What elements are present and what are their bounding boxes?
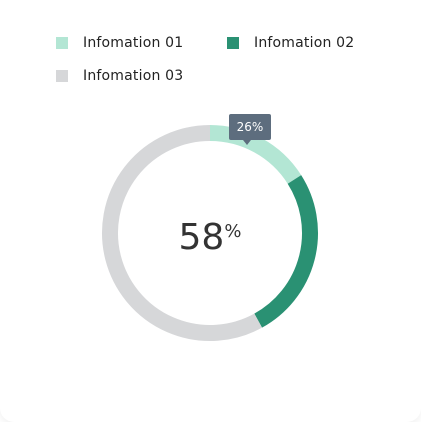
donut-segment-infomation-02 [254,175,318,328]
chart-card: Infomation 01 Infomation 02 Infomation 0… [0,0,421,422]
donut-chart: 26% 58% [102,114,318,341]
center-unit: % [224,221,241,242]
center-value: 58 [179,217,225,258]
callout-label: 26% [237,120,264,134]
center-value-text: 58% [179,217,242,258]
